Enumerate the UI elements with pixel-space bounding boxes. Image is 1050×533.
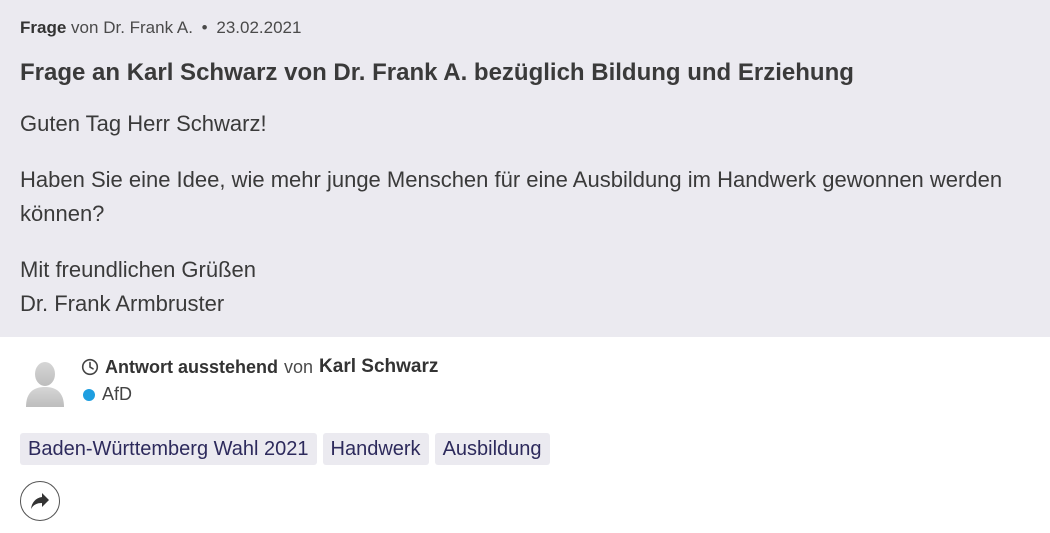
answer-von: von [284,356,314,377]
politician-name-link[interactable]: Karl Schwarz [319,356,438,378]
party-name: AfD [102,384,133,404]
tag-list: Baden-Württemberg Wahl 2021 Handwerk Aus… [20,433,550,465]
signature-line: Dr. Frank Armbruster [20,291,225,316]
party-line: AfD [83,384,132,405]
tag-ausbildung[interactable]: Ausbildung [434,433,550,465]
question-label: Frage [20,18,67,37]
answer-status: Antwort ausstehend [105,356,279,377]
share-arrow-icon [31,493,49,509]
question-von: von [71,18,99,37]
question-title: Frage an Karl Schwarz von Dr. Frank A. b… [20,59,854,86]
answer-section: Antwort ausstehend von Karl Schwarz AfD … [0,337,1050,533]
share-button[interactable] [20,481,60,521]
question-body: Guten Tag Herr Schwarz! Haben Sie eine I… [20,107,1030,321]
question-greeting: Guten Tag Herr Schwarz! [20,111,267,136]
tag-baden-wuerttemberg-wahl-2021[interactable]: Baden-Württemberg Wahl 2021 [20,433,317,465]
clock-icon [81,358,99,376]
question-meta: Frage von Dr. Frank A. • 23.02.2021 [20,18,301,38]
question-text: Haben Sie eine Idee, wie mehr junge Mens… [20,167,1003,226]
answer-status-line: Antwort ausstehend von Karl Schwarz [81,356,438,378]
question-card: Frage von Dr. Frank A. • 23.02.2021 Frag… [0,0,1050,337]
closing-line: Mit freundlichen Grüßen [20,257,256,282]
question-date: 23.02.2021 [216,18,302,37]
tag-handwerk[interactable]: Handwerk [322,433,429,465]
question-author: Dr. Frank A. [103,18,193,37]
party-color-dot [83,388,95,401]
meta-separator: • [201,18,208,37]
question-closing: Mit freundlichen Grüßen Dr. Frank Armbru… [20,253,1030,321]
person-silhouette-icon[interactable] [24,359,66,407]
